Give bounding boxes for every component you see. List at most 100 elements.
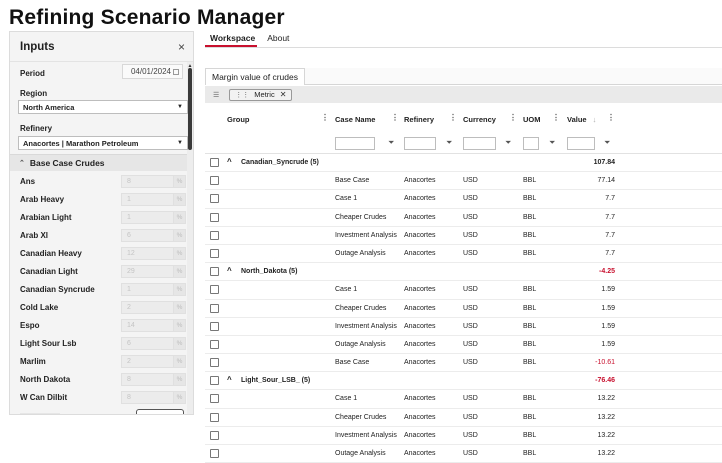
row-checkbox[interactable] [210, 158, 219, 167]
table-row[interactable]: Outage Analysis Anacortes USD BBL 13.22 [205, 445, 722, 463]
crude-percent-input[interactable]: 1 [121, 193, 174, 206]
crude-percent-input[interactable]: 29 [121, 265, 174, 278]
crude-percent-input[interactable]: 8 [121, 175, 174, 188]
row-checkbox[interactable] [210, 449, 219, 458]
table-row[interactable]: Case 1 Anacortes USD BBL 1.59 [205, 281, 722, 300]
crude-percent-input[interactable]: 8 [121, 391, 174, 404]
scrollbar-thumb[interactable] [188, 68, 192, 150]
column-menu-icon[interactable]: ⋮ [607, 113, 615, 122]
crude-percent-input[interactable]: 1 [121, 211, 174, 224]
scroll-up-icon[interactable]: ▲ [187, 63, 193, 69]
group-row[interactable]: ^ North_Dakota (5) -4.25 [205, 263, 722, 282]
table-row[interactable]: Case 1 Anacortes USD BBL 13.22 [205, 390, 722, 409]
row-checkbox[interactable] [210, 230, 219, 240]
sort-desc-icon[interactable]: ↓ [593, 115, 597, 124]
collapse-caret-icon[interactable]: ^ [227, 375, 232, 384]
close-icon[interactable]: × [178, 40, 185, 54]
table-row[interactable]: Base Case Anacortes USD BBL 77.14 [205, 172, 722, 191]
row-checkbox[interactable] [210, 303, 219, 313]
drag-handle-icon[interactable]: ⋮⋮ [235, 91, 249, 99]
currency-cell: USD [463, 304, 478, 312]
column-header-case-name[interactable]: Case Name [335, 113, 375, 125]
close-icon[interactable]: ✕ [280, 90, 287, 99]
table-row[interactable]: Investment Analysis Anacortes USD BBL 13.22 [205, 427, 722, 445]
add-button[interactable] [136, 409, 184, 414]
period-date-field[interactable]: 04/01/2024 [122, 64, 183, 79]
crude-percent-input[interactable]: 2 [121, 301, 174, 314]
region-select[interactable]: North America ▼ [18, 100, 188, 114]
refinery-cell: Anacortes [404, 322, 436, 330]
row-checkbox[interactable] [210, 321, 219, 331]
column-header-refinery[interactable]: Refinery [404, 113, 434, 125]
collapse-caret-icon[interactable]: ^ [227, 157, 232, 166]
region-label: Region [20, 89, 48, 98]
table-row[interactable]: Cheaper Crudes Anacortes USD BBL 1.59 [205, 300, 722, 318]
panel-tabbar: Margin value of crudes [205, 68, 722, 85]
crude-percent-input[interactable]: 14 [121, 319, 174, 332]
calendar-icon[interactable] [173, 68, 179, 75]
collapse-caret-icon[interactable]: ^ [227, 266, 232, 275]
row-checkbox[interactable] [210, 358, 219, 368]
filter-input-refinery[interactable] [404, 137, 436, 150]
row-checkbox[interactable] [210, 285, 219, 295]
table-row[interactable]: Cheaper Crudes Anacortes USD BBL 7.7 [205, 209, 722, 227]
crude-name: Canadian Heavy [20, 249, 82, 258]
filter-input-case-name[interactable] [335, 137, 375, 150]
row-checkbox[interactable] [210, 394, 219, 404]
row-checkbox[interactable] [210, 412, 219, 422]
crude-percent-input[interactable]: 12 [121, 247, 174, 260]
row-checkbox[interactable] [210, 430, 219, 440]
column-header-uom[interactable]: UOM [523, 113, 541, 125]
table-row[interactable]: Outage Analysis Anacortes USD BBL 1.59 [205, 336, 722, 355]
crude-name: Cold Lake [20, 303, 59, 312]
row-checkbox[interactable] [210, 212, 219, 222]
filter-icon[interactable]: ⏷ [505, 138, 511, 148]
percent-suffix: % [174, 391, 186, 404]
crude-percent-input[interactable]: 6 [121, 229, 174, 242]
table-row[interactable]: Investment Analysis Anacortes USD BBL 1.59 [205, 318, 722, 336]
column-header-currency[interactable]: Currency [463, 113, 496, 125]
column-menu-icon[interactable]: ⋮ [391, 113, 399, 122]
filter-icon[interactable]: ⏷ [549, 138, 555, 148]
column-menu-icon[interactable]: ⋮ [321, 113, 329, 122]
group-row[interactable]: ^ Light_Sour_LSB_ (5) -76.46 [205, 372, 722, 391]
filter-icon[interactable]: ⏷ [604, 138, 610, 148]
tab-about[interactable]: About [267, 33, 289, 47]
crude-percent-input[interactable]: 1 [121, 283, 174, 296]
value-cell: 7.7 [605, 249, 615, 257]
table-row[interactable]: Case 1 Anacortes USD BBL 7.7 [205, 190, 722, 209]
table-row[interactable]: Cheaper Crudes Anacortes USD BBL 13.22 [205, 409, 722, 427]
row-checkbox[interactable] [210, 176, 219, 186]
group-chip-metric[interactable]: ⋮⋮ Metric ✕ [229, 88, 293, 101]
tab-margin-value-of-crudes[interactable]: Margin value of crudes [205, 68, 305, 85]
refinery-select[interactable]: Anacortes | Marathon Petroleum ▼ [18, 136, 188, 150]
panel-scrollbar[interactable] [187, 62, 193, 414]
column-menu-icon[interactable]: ⋮ [509, 113, 517, 122]
column-header-group[interactable]: Group [227, 113, 250, 125]
table-row[interactable]: Base Case Anacortes USD BBL -10.61 [205, 354, 722, 373]
percent-suffix: % [174, 265, 186, 278]
column-header-value[interactable]: Value ↓ [567, 113, 596, 125]
row-checkbox[interactable] [210, 248, 219, 258]
uom-cell: BBL [523, 249, 537, 257]
row-checkbox[interactable] [210, 339, 219, 349]
value-cell: 107.84 [593, 159, 615, 166]
filter-input-currency[interactable] [463, 137, 496, 150]
crude-percent-input[interactable]: 2 [121, 355, 174, 368]
column-menu-icon[interactable]: ⋮ [449, 113, 457, 122]
table-row[interactable]: Investment Analysis Anacortes USD BBL 7.7 [205, 227, 722, 245]
filter-input-uom[interactable] [523, 137, 539, 150]
row-checkbox[interactable] [210, 267, 219, 277]
row-checkbox[interactable] [210, 194, 219, 204]
filter-input-value[interactable] [567, 137, 595, 150]
base-case-crudes-section[interactable]: ⌃ Base Case Crudes [10, 154, 187, 171]
crude-percent-input[interactable]: 8 [121, 373, 174, 386]
row-checkbox[interactable] [210, 376, 219, 386]
filter-icon[interactable]: ⏷ [446, 138, 452, 148]
group-row[interactable]: ^ Canadian_Syncrude (5) 107.84 [205, 154, 722, 173]
filter-icon[interactable]: ⏷ [388, 138, 394, 148]
column-menu-icon[interactable]: ⋮ [552, 113, 560, 122]
crude-percent-input[interactable]: 6 [121, 337, 174, 350]
case-name-cell: Case 1 [335, 395, 358, 403]
table-row[interactable]: Outage Analysis Anacortes USD BBL 7.7 [205, 245, 722, 264]
